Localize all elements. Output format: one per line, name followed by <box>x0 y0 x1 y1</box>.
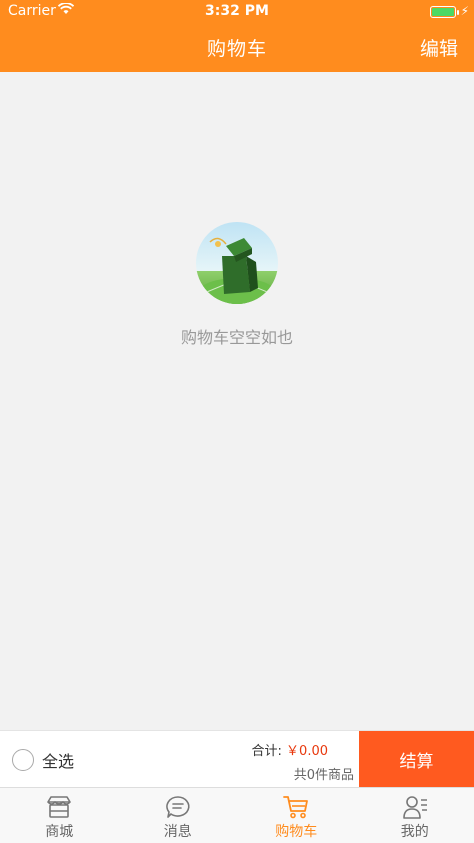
select-all-toggle[interactable]: 全选 <box>12 748 74 772</box>
tab-bar: 商城 消息 购物车 我的 <box>0 787 474 843</box>
status-bar: Carrier 3:32 PM ⚡ <box>0 0 474 24</box>
cart-total: 合计: ￥0.00 <box>252 740 328 759</box>
message-icon <box>165 796 190 818</box>
battery-icon <box>430 6 456 18</box>
select-all-label: 全选 <box>42 752 75 771</box>
empty-cart-state: 购物车空空如也 <box>0 222 474 348</box>
status-time: 3:32 PM <box>205 3 269 19</box>
top-bar: Carrier 3:32 PM ⚡ 购物车 编辑 <box>0 0 474 72</box>
cart-icon <box>283 796 309 819</box>
store-icon <box>47 796 72 818</box>
tab-profile-label: 我的 <box>400 824 429 840</box>
tab-cart[interactable]: 购物车 <box>237 788 356 843</box>
profile-icon <box>402 796 427 819</box>
charging-icon: ⚡ <box>460 4 469 18</box>
empty-cart-message: 购物车空空如也 <box>180 328 293 347</box>
cart-footer: 全选 合计: ￥0.00 共0件商品 结算 <box>0 730 474 788</box>
empty-cart-illustration <box>196 222 278 304</box>
battery-cap <box>457 10 459 15</box>
page-title: 购物车 <box>206 38 267 60</box>
tab-store-label: 商城 <box>45 824 74 840</box>
tab-cart-label: 购物车 <box>275 824 318 840</box>
total-label: 合计: <box>251 744 282 759</box>
select-all-radio[interactable] <box>12 749 34 771</box>
checkout-button[interactable]: 结算 <box>359 731 474 788</box>
tab-store[interactable]: 商城 <box>0 788 119 843</box>
tab-profile[interactable]: 我的 <box>356 788 474 843</box>
tab-messages[interactable]: 消息 <box>119 788 238 843</box>
total-amount: ￥0.00 <box>286 744 328 759</box>
edit-button[interactable]: 编辑 <box>420 34 458 61</box>
tab-messages-label: 消息 <box>163 824 192 840</box>
item-count: 共0件商品 <box>293 768 354 783</box>
